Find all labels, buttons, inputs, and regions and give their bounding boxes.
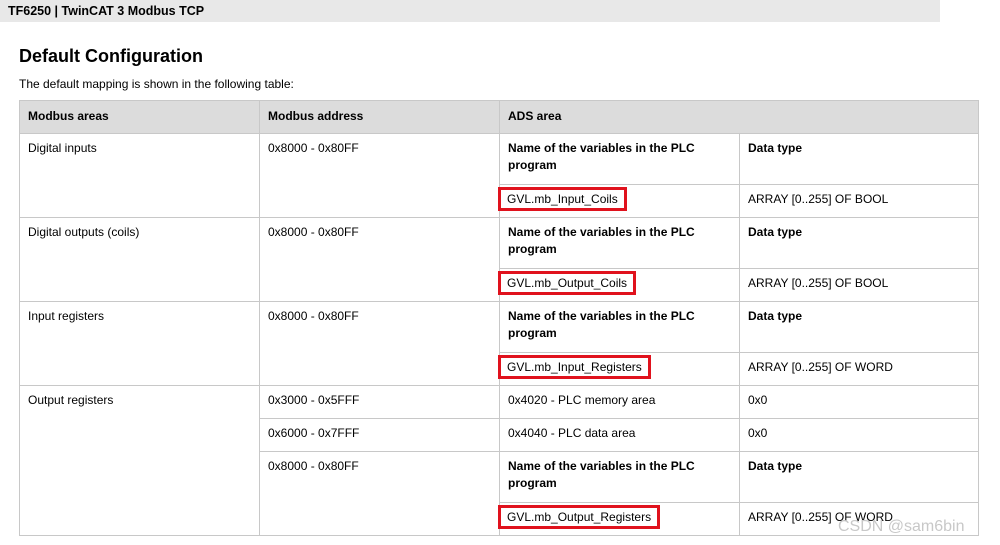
- highlighted-variable: GVL.mb_Output_Registers: [498, 505, 661, 529]
- type-header-cell: Data type: [739, 301, 979, 353]
- value-cell: 0x0: [739, 418, 979, 452]
- area-cell: Input registers: [19, 301, 260, 386]
- type-header-cell: Data type: [739, 451, 979, 503]
- address-cell: 0x8000 - 0x80FF: [259, 217, 500, 302]
- name-header-cell: Name of the variables in the PLC program: [499, 217, 740, 269]
- header-title: TF6250 | TwinCAT 3 Modbus TCP: [8, 4, 205, 18]
- table-row: Input registers 0x8000 - 0x80FF Name of …: [19, 301, 979, 386]
- highlighted-variable: GVL.mb_Input_Registers: [498, 355, 651, 379]
- header-ads-area: ADS area: [499, 100, 979, 134]
- value-cell: 0x0: [739, 385, 979, 419]
- address-cell: 0x8000 - 0x80FF: [259, 301, 500, 386]
- header-modbus-address: Modbus address: [259, 100, 500, 134]
- highlighted-variable: GVL.mb_Input_Coils: [498, 187, 627, 211]
- mapping-table: Modbus areas Modbus address ADS area Dig…: [19, 100, 979, 536]
- document-header: TF6250 | TwinCAT 3 Modbus TCP: [0, 0, 1000, 22]
- header-modbus-areas: Modbus areas: [19, 100, 260, 134]
- table-row: Digital outputs (coils) 0x8000 - 0x80FF …: [19, 217, 979, 302]
- area-cell: Digital outputs (coils): [19, 217, 260, 302]
- address-cell: 0x8000 - 0x80FF: [259, 133, 500, 218]
- highlighted-variable: GVL.mb_Output_Coils: [498, 271, 637, 295]
- section-title: Default Configuration: [19, 46, 203, 66]
- name-header-cell: Name of the variables in the PLC program: [499, 301, 740, 353]
- type-header-cell: Data type: [739, 133, 979, 185]
- variable-cell: GVL.mb_Input_Registers: [498, 352, 740, 386]
- name-header-cell: Name of the variables in the PLC program: [499, 133, 740, 185]
- address-cell: 0x6000 - 0x7FFF: [259, 418, 500, 452]
- intro-text: The default mapping is shown in the foll…: [19, 77, 294, 91]
- watermark: CSDN @sam6bin: [838, 518, 965, 535]
- area-cell: Output registers: [19, 385, 260, 536]
- table-row: Output registers 0x3000 - 0x5FFF 0x4020 …: [19, 385, 979, 536]
- variable-cell: GVL.mb_Output_Coils: [498, 268, 740, 302]
- type-cell: ARRAY [0..255] OF BOOL: [739, 268, 979, 302]
- address-cell: 0x8000 - 0x80FF: [259, 451, 500, 536]
- address-cell: 0x3000 - 0x5FFF: [259, 385, 500, 419]
- area-cell: Digital inputs: [19, 133, 260, 218]
- variable-cell: GVL.mb_Input_Coils: [498, 184, 740, 218]
- type-header-cell: Data type: [739, 217, 979, 269]
- name-header-cell: Name of the variables in the PLC program: [499, 451, 740, 503]
- ads-cell: 0x4040 - PLC data area: [499, 418, 740, 452]
- type-cell: ARRAY [0..255] OF WORD: [739, 352, 979, 386]
- variable-cell: GVL.mb_Output_Registers: [498, 502, 740, 536]
- table-row: Digital inputs 0x8000 - 0x80FF Name of t…: [19, 133, 979, 218]
- table-header-row: Modbus areas Modbus address ADS area: [19, 100, 979, 134]
- type-cell: ARRAY [0..255] OF BOOL: [739, 184, 979, 218]
- ads-cell: 0x4020 - PLC memory area: [499, 385, 740, 419]
